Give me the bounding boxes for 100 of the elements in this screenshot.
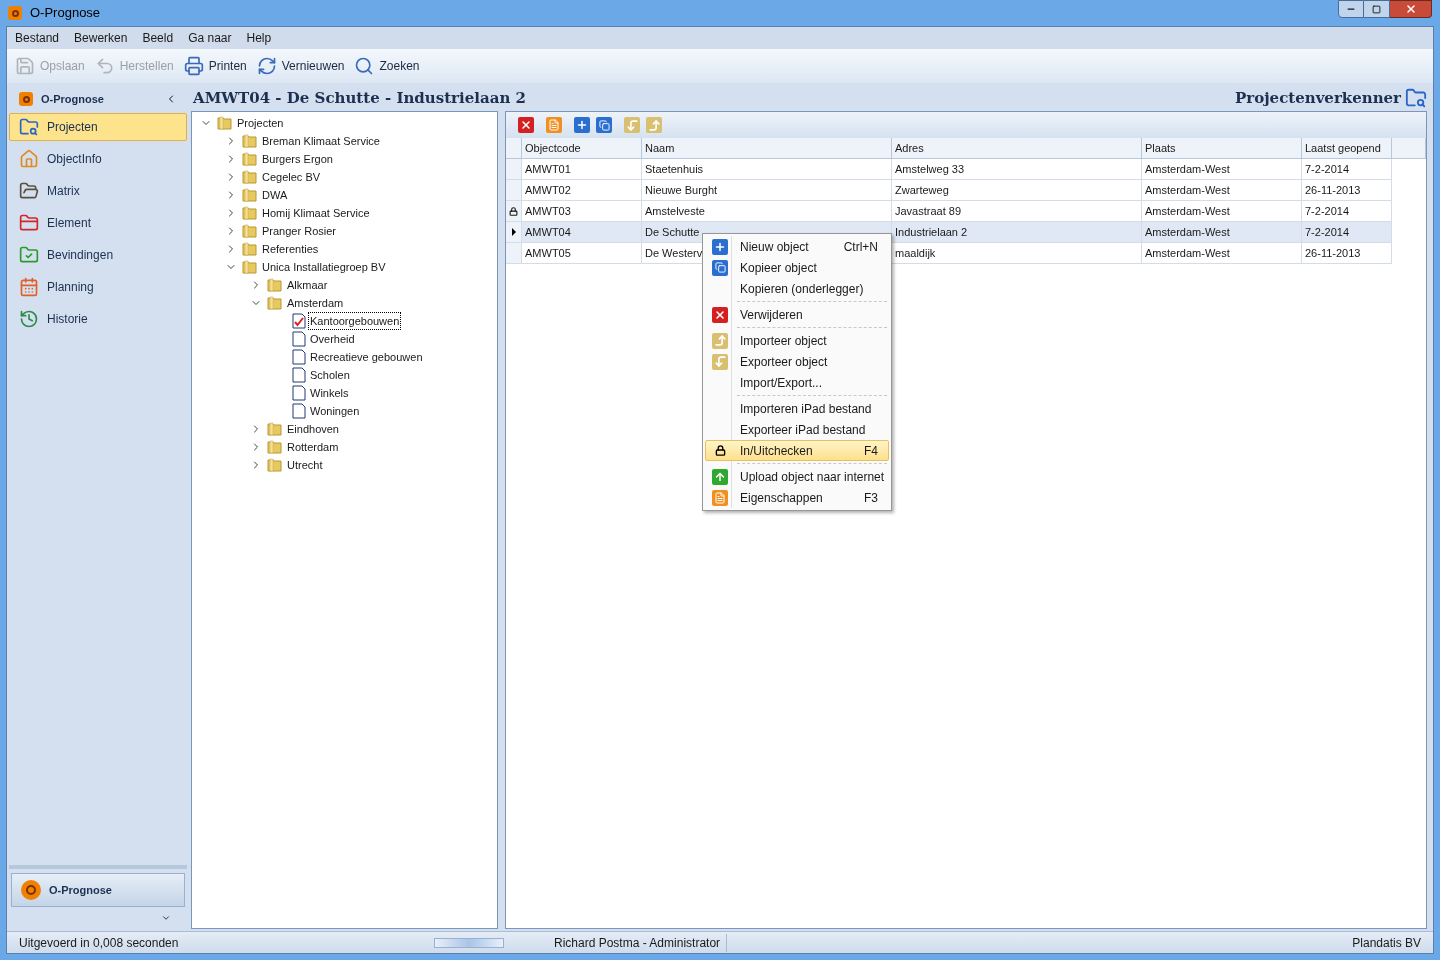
menu-item[interactable]: Kopieren (onderlegger) [705,278,889,299]
tree-item[interactable]: Overheid [309,330,356,348]
tree-item[interactable]: Amsterdam [286,294,345,312]
table-cell: 7-2-2014 [1302,222,1392,242]
tree-item[interactable]: Unica Installatiegroep BV [261,258,387,276]
close-icon [1404,3,1417,15]
menu-item[interactable]: Importeren iPad bestand [705,398,889,419]
folder-icon [242,205,258,221]
status-company: Plandatis BV [1352,934,1421,952]
menu-item[interactable]: Verwijderen [705,304,889,325]
toolbar-button[interactable]: Zoeken [354,56,420,76]
save-icon [15,56,35,76]
nav-item[interactable]: Historie [9,305,187,333]
folder-icon [242,259,258,275]
tree-item[interactable]: Alkmaar [286,276,329,294]
maximize-icon [1372,4,1381,14]
nav-item[interactable]: ObjectInfo [9,145,187,173]
column-header[interactable]: Naam [642,138,892,158]
menu-item[interactable]: Eigenschappen F3 [705,487,889,508]
toolbar-icon-button[interactable] [546,117,562,133]
folder-icon [242,133,258,149]
table-cell: Amsterdam-West [1142,159,1302,179]
status-user: Richard Postma - Administrator [554,933,728,952]
refresh-icon [256,56,277,76]
folder-icon [267,421,283,437]
close-icon [712,306,728,323]
table-cell: AMWT03 [522,201,642,221]
undo-icon [94,56,115,76]
menu-item[interactable]: Exporteer iPad bestand [705,419,889,440]
search-icon [354,56,375,76]
tree-item[interactable]: Breman Klimaat Service [261,132,381,150]
toolbar-button[interactable]: Printen [183,56,247,76]
table-cell: Amsterdam-West [1142,201,1302,221]
minimize-button[interactable] [1338,0,1364,18]
table-row[interactable]: AMWT01 Staetenhuis Amstelweg 33 Amsterdam-West 7-2-2014 [506,159,1392,180]
table-cell: Amstelveste [642,201,892,221]
menu-item[interactable]: In/Uitchecken F4 [705,440,889,461]
toolbar-button[interactable]: Vernieuwen [256,56,345,76]
table-row[interactable]: AMWT02 Nieuwe Burght Zwarteweg Amsterdam-West 26-11-2013 [506,180,1392,201]
menu-item[interactable]: Beeld [142,29,174,47]
tree-item[interactable]: Scholen [309,366,351,384]
close-button[interactable] [1390,0,1432,18]
table-cell: Amsterdam-West [1142,243,1302,263]
tree-item[interactable]: Cegelec BV [261,168,322,186]
tree-item[interactable]: Burgers Ergon [261,150,334,168]
tree-item[interactable]: Recreatieve gebouwen [309,348,424,366]
module-button[interactable]: O-Prognose [11,873,185,907]
menu-item[interactable]: Help [246,29,272,47]
table-cell: 7-2-2014 [1302,159,1392,179]
column-header[interactable]: Plaats [1142,138,1302,158]
tree-item[interactable]: Kantoorgebouwen [309,312,401,330]
table-row[interactable]: AMWT04 De Schutte Industrielaan 2 Amsterdam-West 7-2-2014 [506,222,1392,243]
dropdown-icon[interactable] [161,913,171,923]
nav-title: O-Prognose [41,91,105,107]
folder-icon [19,245,39,265]
menu-item[interactable]: Import/Export... [705,372,889,393]
folder-icon [242,241,258,257]
menu-item[interactable]: Bewerken [74,29,128,47]
folder-icon [242,151,258,167]
tree-item[interactable]: Woningen [309,402,361,420]
tree-item[interactable]: Pranger Rosier [261,222,337,240]
table-cell: Amstelweg 33 [892,159,1142,179]
menu-item[interactable]: Bestand [15,29,60,47]
column-header[interactable]: Objectcode [522,138,642,158]
folder-icon [267,439,283,455]
tree-item[interactable]: Homij Klimaat Service [261,204,371,222]
folder-icon [19,213,39,233]
folder-icon [217,115,233,131]
copy-icon [596,117,612,133]
table-cell: Javastraat 89 [892,201,1142,221]
menu-item[interactable]: Exporteer object [705,351,889,372]
nav-item[interactable]: Bevindingen [9,241,187,269]
table-cell: 26-11-2013 [1302,180,1392,200]
nav-item[interactable]: Planning [9,273,187,301]
tree-item[interactable]: Rotterdam [286,438,340,456]
progress-indicator [434,937,504,948]
table-cell: Amsterdam-West [1142,180,1302,200]
folder-icon [267,457,283,473]
toolbar-icon-button[interactable] [574,117,590,133]
folder-icon [19,117,39,137]
nav-item[interactable]: Matrix [9,177,187,205]
table-row[interactable]: AMWT03 Amstelveste Javastraat 89 Amsterdam-West 7-2-2014 [506,201,1392,222]
maximize-button[interactable] [1364,0,1390,18]
column-header[interactable]: Adres [892,138,1142,158]
toolbar-icon-button[interactable] [518,117,534,133]
menu-item[interactable]: Ga naar [188,29,232,47]
tree-item[interactable]: DWA [261,186,289,204]
nav-item[interactable]: Element [9,209,187,237]
tree-item[interactable]: Utrecht [286,456,324,474]
tree-item[interactable]: Winkels [309,384,350,402]
menu-item[interactable]: Importeer object [705,330,889,351]
toolbar-icon-button[interactable] [596,117,612,133]
tree-item[interactable]: Eindhoven [286,420,340,438]
tree-item[interactable]: Referenties [261,240,320,258]
table-cell: 26-11-2013 [1302,243,1392,263]
column-header[interactable]: Laatst geopend [1302,138,1392,158]
table-cell: Staetenhuis [642,159,892,179]
menu-item[interactable]: Upload object naar internet [705,466,889,487]
tree-item[interactable]: Projecten [236,114,285,132]
nav-item[interactable]: Projecten [9,113,187,141]
